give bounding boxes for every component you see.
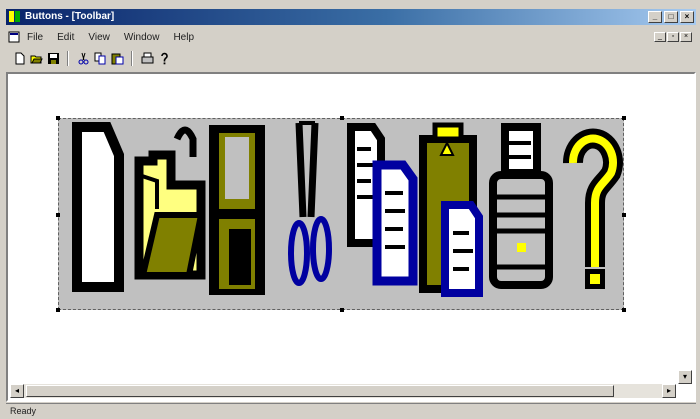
scroll-left-button[interactable]: ◂: [10, 384, 24, 398]
toolbar-bitmap[interactable]: [56, 116, 626, 312]
menu-edit[interactable]: Edit: [57, 32, 74, 43]
bitmap-canvas: [72, 121, 623, 297]
copy-icon[interactable]: [93, 51, 107, 65]
help-icon[interactable]: [157, 51, 171, 65]
child-minimize-button[interactable]: _: [654, 32, 666, 42]
resize-handle-mr[interactable]: [622, 213, 626, 217]
resize-handle-tr[interactable]: [622, 116, 626, 120]
scroll-thumb[interactable]: [26, 385, 614, 397]
print-icon[interactable]: [140, 51, 154, 65]
toolbar: [6, 48, 696, 68]
paste-icon[interactable]: [110, 51, 124, 65]
menu-view[interactable]: View: [88, 32, 110, 43]
menu-file[interactable]: File: [27, 32, 43, 43]
document-icon[interactable]: [8, 31, 20, 43]
scissors-icon: [288, 121, 332, 286]
title-bar[interactable]: Buttons - [Toolbar] _ □ ×: [6, 9, 696, 25]
resize-handle-ml[interactable]: [56, 213, 60, 217]
cut-icon[interactable]: [76, 51, 90, 65]
status-bar: Ready: [6, 403, 696, 418]
menu-bar: File Edit View Window Help _ ▫ ×: [6, 29, 696, 46]
scroll-right-button[interactable]: ▸: [662, 384, 676, 398]
question-mark-icon: [562, 128, 623, 289]
open-icon[interactable]: [29, 51, 43, 65]
new-file-icon: [72, 122, 124, 292]
scroll-down-button[interactable]: ▾: [678, 370, 692, 384]
resize-handle-tm[interactable]: [340, 116, 344, 120]
copy-docs-icon: [347, 123, 418, 286]
child-close-button[interactable]: ×: [680, 32, 692, 42]
toolbar-separator: [67, 50, 69, 66]
document-area[interactable]: ◂ ▸ ▾: [6, 72, 696, 402]
paste-clipboard-icon: [419, 122, 483, 297]
child-restore-button[interactable]: ▫: [667, 32, 679, 42]
close-button[interactable]: ×: [680, 11, 694, 23]
minimize-button[interactable]: _: [648, 11, 662, 23]
save-icon[interactable]: [46, 51, 60, 65]
resize-handle-br[interactable]: [622, 308, 626, 312]
printer-icon: [489, 123, 553, 289]
resize-handle-tl[interactable]: [56, 116, 60, 120]
app-window: Buttons - [Toolbar] _ □ × File Edit View…: [0, 0, 700, 419]
status-text: Ready: [10, 406, 37, 416]
toolbar-separator: [131, 50, 133, 66]
new-icon[interactable]: [12, 51, 26, 65]
resize-handle-bl[interactable]: [56, 308, 60, 312]
horizontal-scrollbar[interactable]: ◂ ▸: [10, 384, 676, 398]
maximize-button[interactable]: □: [664, 11, 678, 23]
menu-help[interactable]: Help: [173, 32, 194, 43]
window-title: Buttons - [Toolbar]: [25, 11, 115, 22]
open-folder-icon: [134, 126, 206, 280]
app-icon: [9, 11, 20, 22]
resize-handle-bm[interactable]: [340, 308, 344, 312]
floppy-disk-icon: [209, 125, 265, 295]
menu-window[interactable]: Window: [124, 32, 160, 43]
